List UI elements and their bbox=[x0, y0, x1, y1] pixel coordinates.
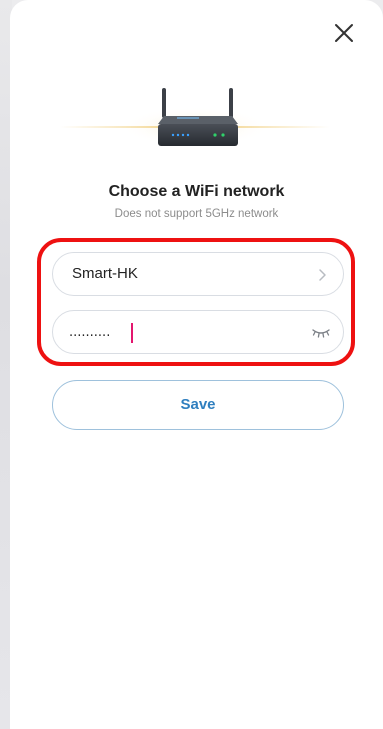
close-icon bbox=[335, 24, 353, 42]
annotation-highlight-box bbox=[37, 238, 355, 366]
dialog-subtitle: Does not support 5GHz network bbox=[114, 208, 279, 220]
router-illustration bbox=[60, 80, 330, 165]
save-button[interactable]: Save bbox=[52, 380, 344, 430]
dialog-title: Choose a WiFi network bbox=[108, 183, 285, 200]
close-button[interactable] bbox=[329, 18, 359, 48]
